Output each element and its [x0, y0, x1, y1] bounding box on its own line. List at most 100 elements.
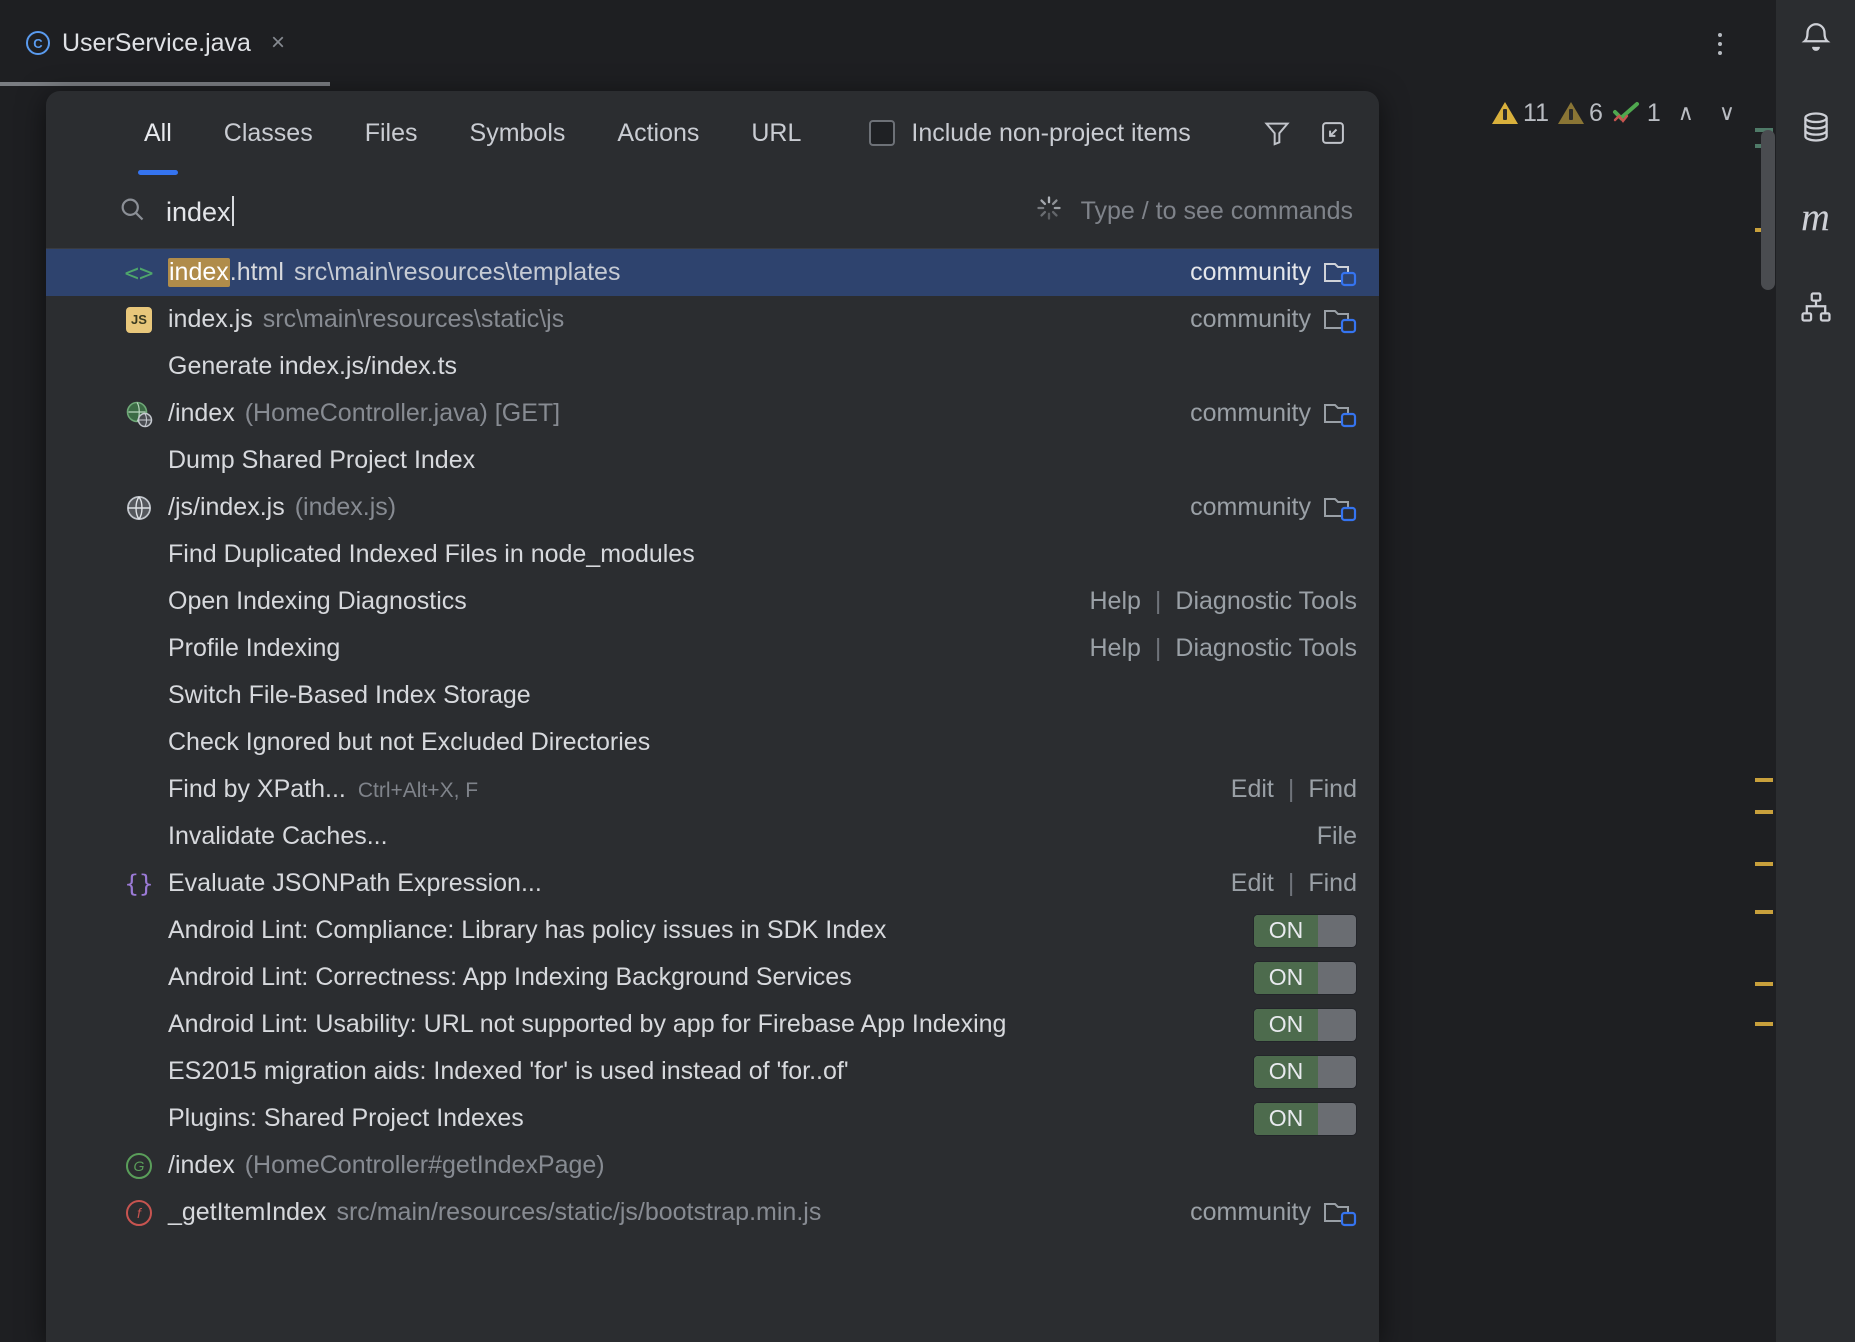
result-title: Android Lint: Compliance: Library has po…	[168, 916, 887, 944]
structure-icon[interactable]	[1793, 284, 1839, 330]
inspection-toggle[interactable]: ON	[1253, 1007, 1357, 1042]
next-problem-button[interactable]: ∨	[1711, 101, 1743, 126]
database-icon[interactable]	[1793, 104, 1839, 150]
notifications-icon[interactable]	[1793, 14, 1839, 60]
tab-symbols-label: Symbols	[469, 118, 566, 147]
tab-classes[interactable]: Classes	[198, 91, 339, 175]
result-row-getitemindex[interactable]: f _getItemIndex src/main/resources/static…	[46, 1189, 1379, 1236]
error-stripe-mark[interactable]	[1755, 778, 1773, 782]
toggle-switch[interactable]: ON	[1253, 960, 1357, 995]
tab-symbols[interactable]: Symbols	[444, 91, 592, 175]
result-row-find-duplicated-indexed-files[interactable]: Find Duplicated Indexed Files in node_mo…	[46, 531, 1379, 578]
maven-icon[interactable]: m	[1793, 194, 1839, 240]
menu-item-label: Diagnostic Tools	[1175, 634, 1357, 662]
result-row-plugins-shared-project-indexes[interactable]: Plugins: Shared Project Indexes ON	[46, 1095, 1379, 1142]
menu-item-label: File	[1316, 822, 1357, 850]
error-stripe-mark[interactable]	[1755, 910, 1773, 914]
toggle-state-label: ON	[1254, 914, 1318, 947]
editor-tab-userservice[interactable]: C UserService.java ×	[12, 0, 303, 86]
result-path-hint: Help | Diagnostic Tools	[1089, 587, 1357, 616]
result-title: Android Lint: Usability: URL not support…	[168, 1010, 1007, 1038]
result-row-generate-index[interactable]: Generate index.js/index.ts	[46, 343, 1379, 390]
result-row-dump-shared-project-index[interactable]: Dump Shared Project Index	[46, 437, 1379, 484]
error-stripe-mark[interactable]	[1755, 862, 1773, 866]
toggle-switch[interactable]: ON	[1253, 1007, 1357, 1042]
result-row-index-getter[interactable]: G /index (HomeController#getIndexPage)	[46, 1142, 1379, 1189]
error-stripe-mark[interactable]	[1755, 1022, 1773, 1026]
error-stripe-mark[interactable]	[1755, 982, 1773, 986]
result-title: Find Duplicated Indexed Files in node_mo…	[168, 540, 695, 568]
editor-tab-label: UserService.java	[62, 28, 251, 57]
toggle-switch[interactable]: ON	[1253, 913, 1357, 948]
result-row-profile-indexing[interactable]: Profile Indexing Help | Diagnostic Tools	[46, 625, 1379, 672]
more-options-icon[interactable]	[1707, 24, 1733, 64]
result-location: src\main\resources\static\js	[262, 305, 565, 333]
previous-problem-button[interactable]: ∧	[1670, 101, 1702, 126]
include-non-project-items-checkbox[interactable]: Include non-project items	[869, 119, 1191, 148]
result-row-invalidate-caches[interactable]: Invalidate Caches... File	[46, 813, 1379, 860]
module-label: community	[1190, 305, 1311, 333]
tab-actions[interactable]: Actions	[591, 91, 725, 175]
tab-all[interactable]: All	[118, 91, 198, 175]
result-title: Check Ignored but not Excluded Directori…	[168, 728, 651, 756]
warning-count-label: 11	[1523, 98, 1549, 127]
toggle-state-label: ON	[1254, 1008, 1318, 1041]
result-row-check-ignored-directories[interactable]: Check Ignored but not Excluded Directori…	[46, 719, 1379, 766]
result-title: Profile Indexing	[168, 634, 341, 662]
result-title-rest: .html	[229, 258, 284, 286]
toggle-switch[interactable]: ON	[1253, 1101, 1357, 1136]
java-class-icon: C	[26, 31, 50, 55]
result-row-open-indexing-diagnostics[interactable]: Open Indexing Diagnostics Help | Diagnos…	[46, 578, 1379, 625]
inspection-check-icon	[1612, 102, 1639, 123]
tab-files[interactable]: Files	[339, 91, 444, 175]
result-row-index-html[interactable]: <> index .html src\main\resources\template…	[46, 249, 1379, 296]
warning-count[interactable]: 11	[1492, 99, 1549, 128]
result-row-find-by-xpath[interactable]: Find by XPath... Ctrl+Alt+X, F Edit | Fin…	[46, 766, 1379, 813]
module-folder-icon	[1324, 403, 1357, 427]
result-row-index-js[interactable]: JS index.js src\main\resources\static\js …	[46, 296, 1379, 343]
result-row-evaluate-jsonpath[interactable]: {} Evaluate JSONPath Expression... Edit …	[46, 860, 1379, 907]
result-title-text: index.js	[168, 305, 253, 333]
result-row-android-lint-correctness[interactable]: Android Lint: Correctness: App Indexing …	[46, 954, 1379, 1001]
separator: |	[1287, 775, 1295, 803]
module-folder-icon	[1324, 497, 1357, 521]
result-row-index-mapping[interactable]: /index (HomeController.java) [GET] commun…	[46, 390, 1379, 437]
search-everywhere-tabs: All Classes Files Symbols Actions URL In…	[46, 91, 1379, 175]
error-stripe-mark[interactable]	[1755, 810, 1773, 814]
filter-icon[interactable]	[1257, 113, 1297, 153]
text-caret	[231, 195, 234, 226]
menu-group-label: Edit	[1230, 869, 1274, 897]
result-row-switch-file-based-index-storage[interactable]: Switch File-Based Index Storage	[46, 672, 1379, 719]
inspection-toggle[interactable]: ON	[1253, 1101, 1357, 1136]
inspection-toggle[interactable]: ON	[1253, 913, 1357, 948]
ok-count[interactable]: 1	[1612, 99, 1661, 128]
module-label: community	[1190, 399, 1311, 427]
result-title: /index (HomeController#getIndexPage)	[168, 1151, 605, 1180]
inspection-toggle[interactable]: ON	[1253, 960, 1357, 995]
weak-warning-triangle-icon	[1557, 102, 1584, 124]
open-in-find-tool-window-icon[interactable]	[1313, 113, 1353, 153]
tab-url[interactable]: URL	[725, 91, 827, 175]
error-stripe[interactable]	[1753, 110, 1775, 1342]
tab-url-label: URL	[751, 118, 802, 147]
result-row-android-lint-usability[interactable]: Android Lint: Usability: URL not support…	[46, 1001, 1379, 1048]
result-module: community	[1190, 305, 1357, 334]
close-icon[interactable]: ×	[271, 31, 285, 55]
globe-icon	[124, 493, 154, 523]
result-row-android-lint-compliance[interactable]: Android Lint: Compliance: Library has po…	[46, 907, 1379, 954]
result-title: Evaluate JSONPath Expression...	[168, 869, 542, 897]
weak-warning-count[interactable]: 6	[1557, 99, 1603, 128]
result-title-text: /js/index.js	[168, 493, 285, 521]
search-input[interactable]: index	[166, 195, 234, 228]
search-results-list[interactable]: <> index .html src\main\resources\template…	[46, 249, 1379, 1342]
getter-icon: G	[124, 1151, 154, 1181]
search-input-row[interactable]: index Type / to see commands	[46, 175, 1379, 249]
editor-scrollbar-thumb[interactable]	[1761, 130, 1775, 290]
toggle-switch[interactable]: ON	[1253, 1054, 1357, 1089]
search-everywhere-popup: All Classes Files Symbols Actions URL In…	[46, 91, 1379, 1342]
commands-hint-label: Type / to see commands	[1080, 197, 1353, 225]
inspection-toggle[interactable]: ON	[1253, 1054, 1357, 1089]
result-module: community	[1190, 493, 1357, 522]
result-row-es2015-migration-aids[interactable]: ES2015 migration aids: Indexed 'for' is …	[46, 1048, 1379, 1095]
result-row-js-index-js[interactable]: /js/index.js (index.js) community	[46, 484, 1379, 531]
